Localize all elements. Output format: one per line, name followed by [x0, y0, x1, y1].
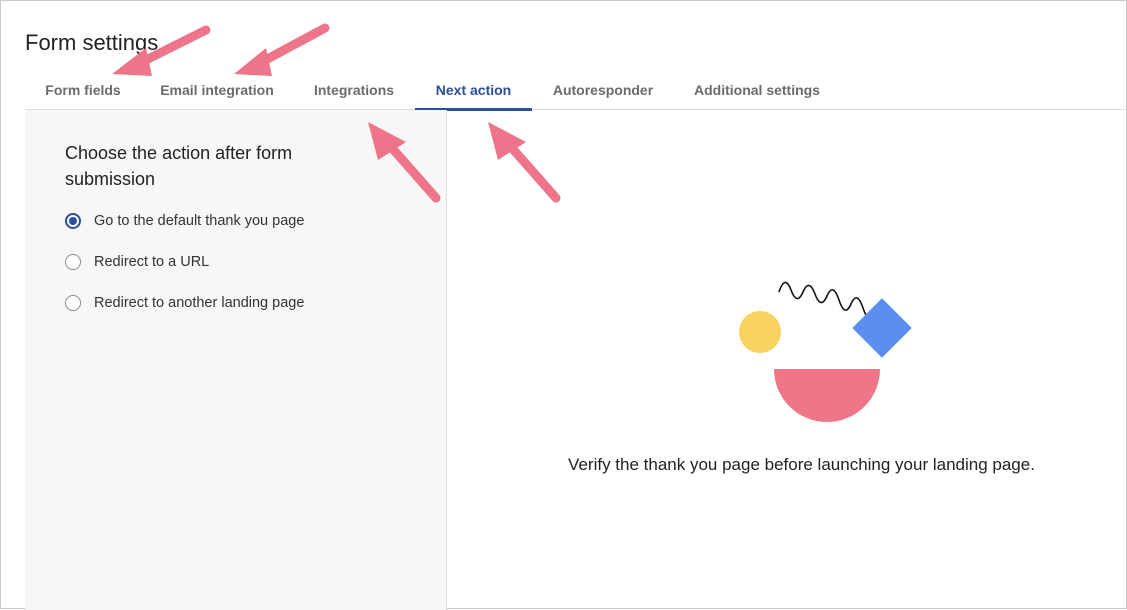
- yellow-circle-shape: [739, 311, 781, 353]
- tab-next-action[interactable]: Next action: [415, 71, 532, 111]
- option-label: Redirect to another landing page: [94, 295, 305, 311]
- tab-integrations[interactable]: Integrations: [302, 71, 406, 109]
- tab-autoresponder[interactable]: Autoresponder: [543, 71, 663, 109]
- tab-bar: Form fields Email integration Integratio…: [25, 71, 1126, 111]
- verify-message: Verify the thank you page before launchi…: [568, 455, 1035, 474]
- blue-diamond-shape: [852, 298, 912, 358]
- page-title: Form settings: [25, 30, 159, 55]
- tab-email-integration[interactable]: Email integration: [151, 71, 283, 109]
- option-redirect-url[interactable]: Redirect to a URL: [65, 252, 209, 272]
- squiggle-shape: [778, 281, 876, 320]
- next-action-panel: Choose the action after form submission …: [25, 110, 447, 610]
- radio-button[interactable]: [65, 254, 81, 270]
- tab-form-fields[interactable]: Form fields: [25, 71, 141, 109]
- option-redirect-landing-page[interactable]: Redirect to another landing page: [65, 293, 304, 313]
- radio-button[interactable]: [65, 213, 81, 229]
- option-label: Redirect to a URL: [94, 254, 210, 270]
- radio-button[interactable]: [65, 295, 81, 311]
- preview-panel: Verify the thank you page before launchi…: [447, 110, 1126, 610]
- pink-half-circle-shape: [774, 369, 880, 422]
- settings-window: Form settings Form fields Email integrat…: [0, 0, 1127, 610]
- option-label: Go to the default thank you page: [94, 213, 305, 229]
- panel-heading: Choose the action after form submission: [65, 143, 293, 189]
- option-default-thank-you[interactable]: Go to the default thank you page: [65, 211, 304, 231]
- tab-additional-settings[interactable]: Additional settings: [682, 71, 832, 109]
- decorative-shapes-icon: [739, 281, 912, 422]
